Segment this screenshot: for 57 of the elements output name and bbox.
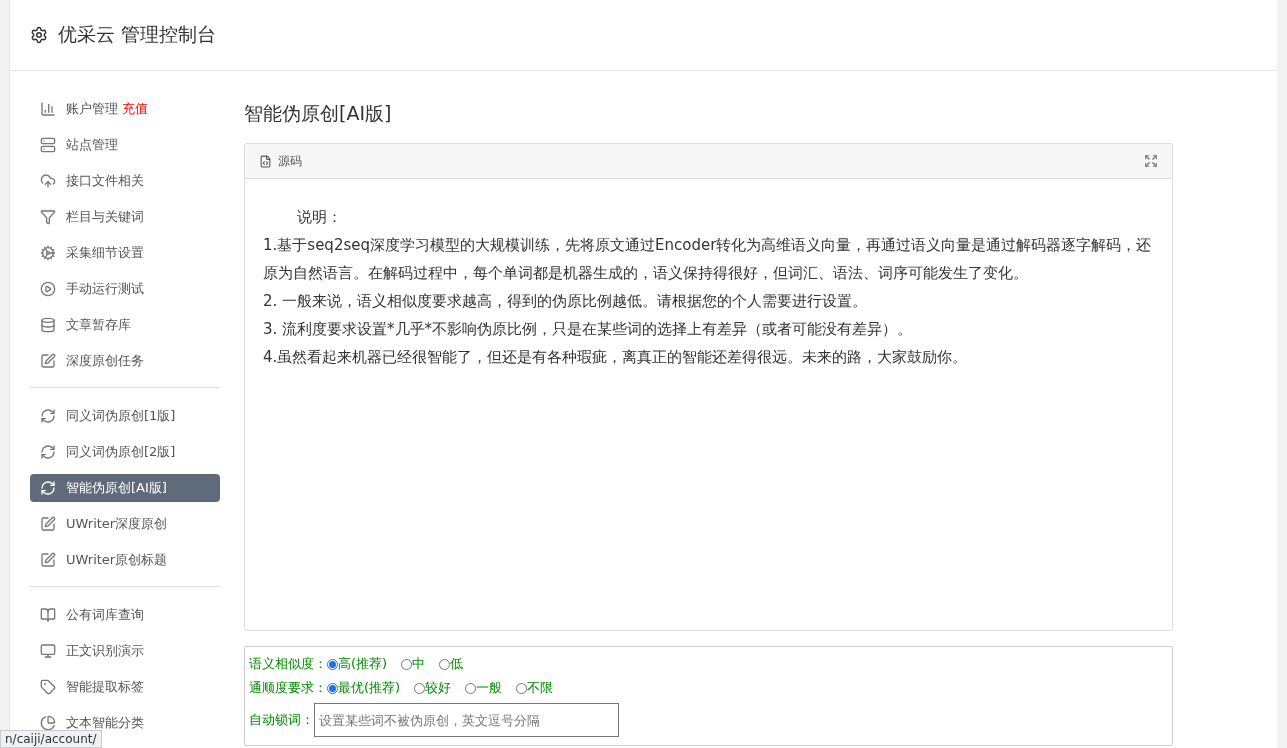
refresh-icon [40,444,56,460]
edit-icon [40,516,56,532]
radio-option[interactable]: 一般 [465,679,503,697]
play-icon [40,281,56,297]
description-paragraph: 1.基于seq2seq深度学习模型的大规模训练，先将原文通过Encoder转化为高维语义向量，再通过语义向量是通过解码器逐字解码，还原为自然语言。在解码过程中，每个单词都是机器生成的，语义保持得很好，但词汇、语法、词序可能发生了变化。 [263,235,1153,284]
fullscreen-icon[interactable] [1144,154,1158,168]
sidebar-item[interactable]: UWriter深度原创 [30,510,220,538]
description-paragraph: 2. 一般来说，语义相似度要求越高，得到的伪原比例越低。请根据您的个人需要进行设置。 [263,291,869,312]
app-title: 优采云 管理控制台 [58,22,217,47]
edit-icon [40,353,56,369]
sidebar-item[interactable]: 站点管理 [30,131,220,159]
sidebar-item[interactable]: 同义词伪原创[1版] [30,402,220,430]
sidebar-item[interactable]: 接口文件相关 [30,167,220,195]
pie-chart-icon [40,715,56,731]
description-paragraph: 3. 流利度要求设置*几乎*不影响伪原比例，只是在某些词的选择上有差异（或者可能没有差异）。 [263,319,914,340]
sidebar-item[interactable]: UWriter原创标题 [30,546,220,574]
refresh-icon [40,408,56,424]
chart-icon [40,101,56,117]
tag-icon [40,679,56,695]
sidebar-item[interactable]: 采集细节设置 [30,239,220,267]
sidebar-item[interactable]: 手动运行测试 [30,275,220,303]
cloud-upload-icon [40,173,56,189]
radio-option[interactable]: 中 [401,655,426,673]
sidebar-item[interactable]: 智能伪原创[AI版] [30,474,220,502]
settings-icon [30,26,48,44]
sidebar-item[interactable]: 深度原创任务 [30,347,220,375]
radio-option[interactable]: 较好 [414,679,452,697]
recharge-link[interactable]: 充值 [122,100,148,118]
option-label: 通顺度要求： [249,679,327,697]
lock-words-label: 自动锁词： [249,711,314,729]
source-button[interactable]: 源码 [259,152,302,170]
radio-option[interactable]: 最优(推荐) [327,679,401,697]
sidebar-item[interactable]: 公有词库查询 [30,601,220,629]
filter-icon [40,209,56,225]
sidebar-item[interactable]: 文章暂存库 [30,311,220,339]
sidebar-item[interactable]: 同义词伪原创[2版] [30,438,220,466]
sidebar-item[interactable]: 智能提取标签 [30,673,220,701]
sidebar-item[interactable]: 栏目与关键词 [30,203,220,231]
refresh-icon [40,480,56,496]
edit-icon [40,552,56,568]
monitor-icon [40,643,56,659]
book-icon [40,607,56,623]
sidebar-item[interactable]: 账户管理 充值 [30,95,220,123]
page-title: 智能伪原创[AI版] [244,101,393,126]
description-paragraph: 4.虽然看起来机器已经很智能了，但还是有各种瑕疵，离真正的智能还差得很远。未来的路，大家鼓励你。 [263,347,969,368]
file-code-icon [259,154,272,168]
option-label: 语义相似度： [249,655,327,673]
status-url: n/caiji/account/ [0,730,102,748]
server-icon [40,137,56,153]
database-icon [40,317,56,333]
lock-words-field[interactable]: 设置某些词不被伪原创，英文逗号分隔 [314,703,619,737]
radio-option[interactable]: 高(推荐) [327,655,388,673]
radio-option[interactable]: 不限 [516,679,554,697]
description-paragraph: 说明： [296,207,343,228]
radio-option[interactable]: 低 [439,655,464,673]
settings-icon [40,245,56,261]
sidebar-item[interactable]: 正文识别演示 [30,637,220,665]
